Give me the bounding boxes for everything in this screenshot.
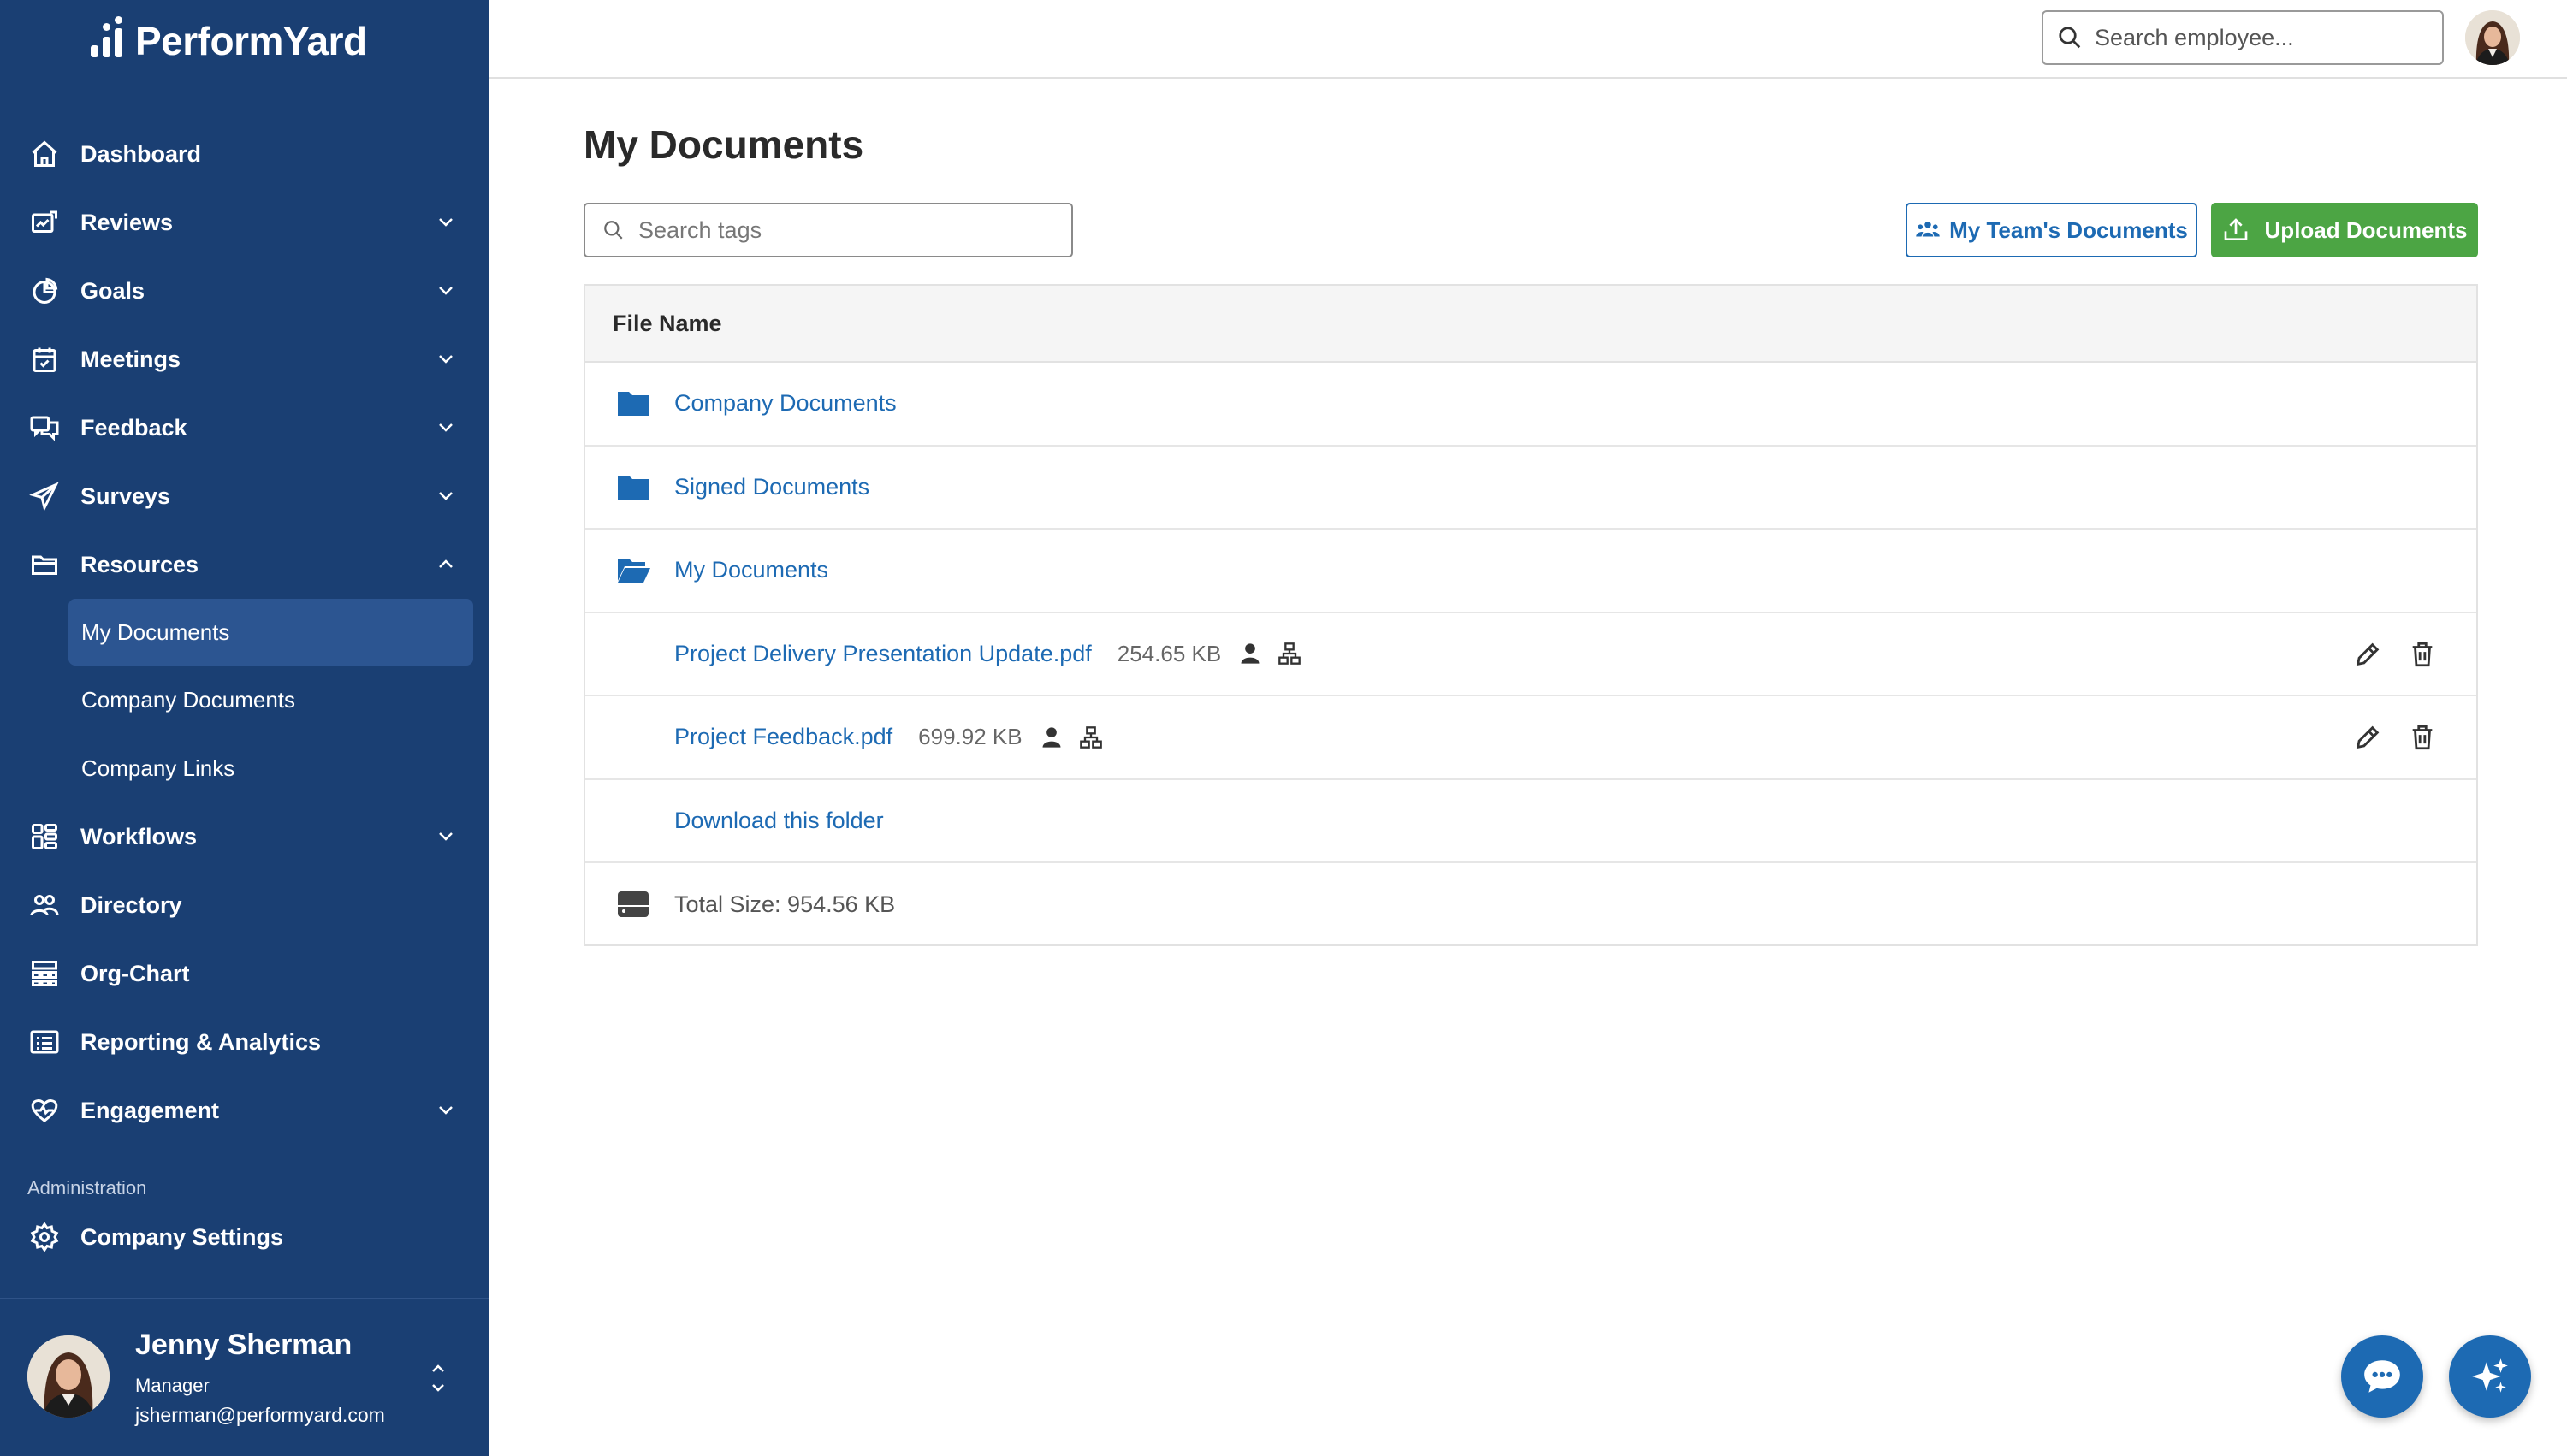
tag-search[interactable] [584, 203, 1073, 257]
main-nav: Dashboard Reviews Goals Meetings Feedbac… [0, 120, 489, 1145]
workflows-icon [27, 820, 62, 854]
logo-mark-icon [86, 16, 128, 62]
ai-assistant-fab[interactable] [2449, 1335, 2531, 1418]
edit-pencil-icon[interactable] [2353, 723, 2382, 752]
folder-link-my-documents[interactable]: My Documents [674, 557, 828, 583]
sidebar-item-company-documents[interactable]: Company Documents [0, 666, 489, 734]
page-title: My Documents [584, 122, 864, 167]
sidebar: PerformYard Dashboard Reviews Goals Meet… [0, 0, 489, 1456]
people-icon [27, 888, 62, 922]
my-teams-documents-button[interactable]: My Team's Documents [1906, 203, 2197, 257]
org-share-icon[interactable] [1079, 725, 1103, 749]
team-icon [1916, 222, 1940, 237]
file-size: 254.65 KB [1117, 640, 1222, 666]
tag-search-input[interactable] [638, 216, 1049, 244]
goals-icon [27, 274, 62, 308]
storage-drive-icon [618, 891, 649, 917]
table-row: My Documents [585, 530, 2476, 613]
chat-fab[interactable] [2341, 1335, 2423, 1418]
paper-plane-icon [27, 479, 62, 513]
total-size: Total Size: 954.56 KB [674, 891, 896, 918]
brand-name: PerformYard [135, 19, 367, 63]
user-avatar [27, 1335, 110, 1418]
table-row: Total Size: 954.56 KB [585, 863, 2476, 947]
documents-table: File Name Company Documents Signed Docum… [584, 284, 2478, 946]
file-size: 699.92 KB [918, 724, 1023, 750]
folder-link-signed-documents[interactable]: Signed Documents [674, 474, 869, 500]
org-chart-icon [27, 956, 62, 991]
nav-item-resources[interactable]: Resources [0, 530, 489, 599]
nav-item-directory[interactable]: Directory [0, 871, 489, 939]
folder-icon [27, 547, 62, 582]
search-icon [2059, 27, 2081, 49]
file-info: Project Feedback.pdf 699.92 KB [674, 724, 1103, 750]
home-icon [27, 137, 62, 171]
calendar-icon [27, 342, 62, 376]
nav-item-org-chart[interactable]: Org-Chart [0, 939, 489, 1008]
file-link[interactable]: Project Feedback.pdf [674, 724, 892, 750]
chevron-down-icon [436, 1100, 456, 1121]
nav-item-workflows[interactable]: Workflows [0, 802, 489, 871]
report-icon [27, 1025, 62, 1059]
table-row: Download this folder [585, 780, 2476, 863]
user-panel[interactable]: Jenny Sherman Manager jsherman@performya… [0, 1299, 489, 1456]
chevron-down-icon [436, 486, 456, 506]
nav-item-company-settings[interactable]: Company Settings [0, 1203, 489, 1271]
folder-link-company-documents[interactable]: Company Documents [674, 390, 897, 417]
search-icon [604, 221, 623, 240]
employee-search[interactable] [2042, 10, 2444, 65]
sidebar-item-my-documents[interactable]: My Documents [68, 599, 473, 666]
folder-icon [618, 392, 649, 416]
download-folder-link[interactable]: Download this folder [674, 808, 884, 834]
user-role: Manager [135, 1375, 210, 1396]
top-bar [489, 0, 2567, 79]
folder-open-icon [618, 559, 650, 583]
heart-pulse-icon [27, 1093, 62, 1128]
person-icon[interactable] [1238, 642, 1262, 666]
user-email: jsherman@performyard.com [135, 1404, 385, 1426]
chevron-up-down-icon[interactable] [428, 1352, 448, 1404]
nav-item-reviews[interactable]: Reviews [0, 188, 489, 257]
chat-bubble-icon [2364, 1360, 2400, 1393]
employee-search-input[interactable] [2095, 24, 2420, 51]
chat-bubbles-icon [27, 411, 62, 445]
table-row: Company Documents [585, 363, 2476, 447]
nav-item-feedback[interactable]: Feedback [0, 394, 489, 462]
person-icon[interactable] [1040, 725, 1064, 749]
user-name: Jenny Sherman [135, 1329, 353, 1361]
nav-item-surveys[interactable]: Surveys [0, 462, 489, 530]
gear-icon [27, 1220, 62, 1254]
table-row: Signed Documents [585, 447, 2476, 530]
admin-section-label: Administration [27, 1177, 147, 1199]
folder-icon [618, 475, 649, 500]
trash-icon[interactable] [2408, 723, 2437, 752]
nav-item-dashboard[interactable]: Dashboard [0, 120, 489, 188]
org-share-icon[interactable] [1278, 642, 1301, 666]
nav-item-goals[interactable]: Goals [0, 257, 489, 325]
edit-pencil-icon[interactable] [2353, 640, 2382, 669]
nav-item-engagement[interactable]: Engagement [0, 1076, 489, 1145]
chevron-down-icon [436, 212, 456, 233]
table-row: Project Delivery Presentation Update.pdf… [585, 613, 2476, 696]
chevron-up-icon [436, 554, 456, 575]
table-header: File Name [585, 286, 2476, 363]
chevron-down-icon [436, 826, 456, 847]
trash-icon[interactable] [2408, 640, 2437, 669]
sparkle-icon [2472, 1358, 2508, 1393]
upload-documents-button[interactable]: Upload Documents [2211, 203, 2478, 257]
chevron-down-icon [436, 281, 456, 301]
file-info: Project Delivery Presentation Update.pdf… [674, 641, 1301, 667]
table-row: Project Feedback.pdf 699.92 KB [585, 696, 2476, 780]
performyard-logo[interactable]: PerformYard [86, 16, 367, 65]
profile-avatar[interactable] [2465, 10, 2520, 65]
chevron-down-icon [436, 417, 456, 438]
reviews-icon [27, 205, 62, 240]
upload-icon [2224, 218, 2247, 240]
file-link[interactable]: Project Delivery Presentation Update.pdf [674, 641, 1092, 667]
nav-item-reporting-analytics[interactable]: Reporting & Analytics [0, 1008, 489, 1076]
sidebar-item-company-links[interactable]: Company Links [0, 734, 489, 802]
chevron-down-icon [436, 349, 456, 370]
nav-item-meetings[interactable]: Meetings [0, 325, 489, 394]
